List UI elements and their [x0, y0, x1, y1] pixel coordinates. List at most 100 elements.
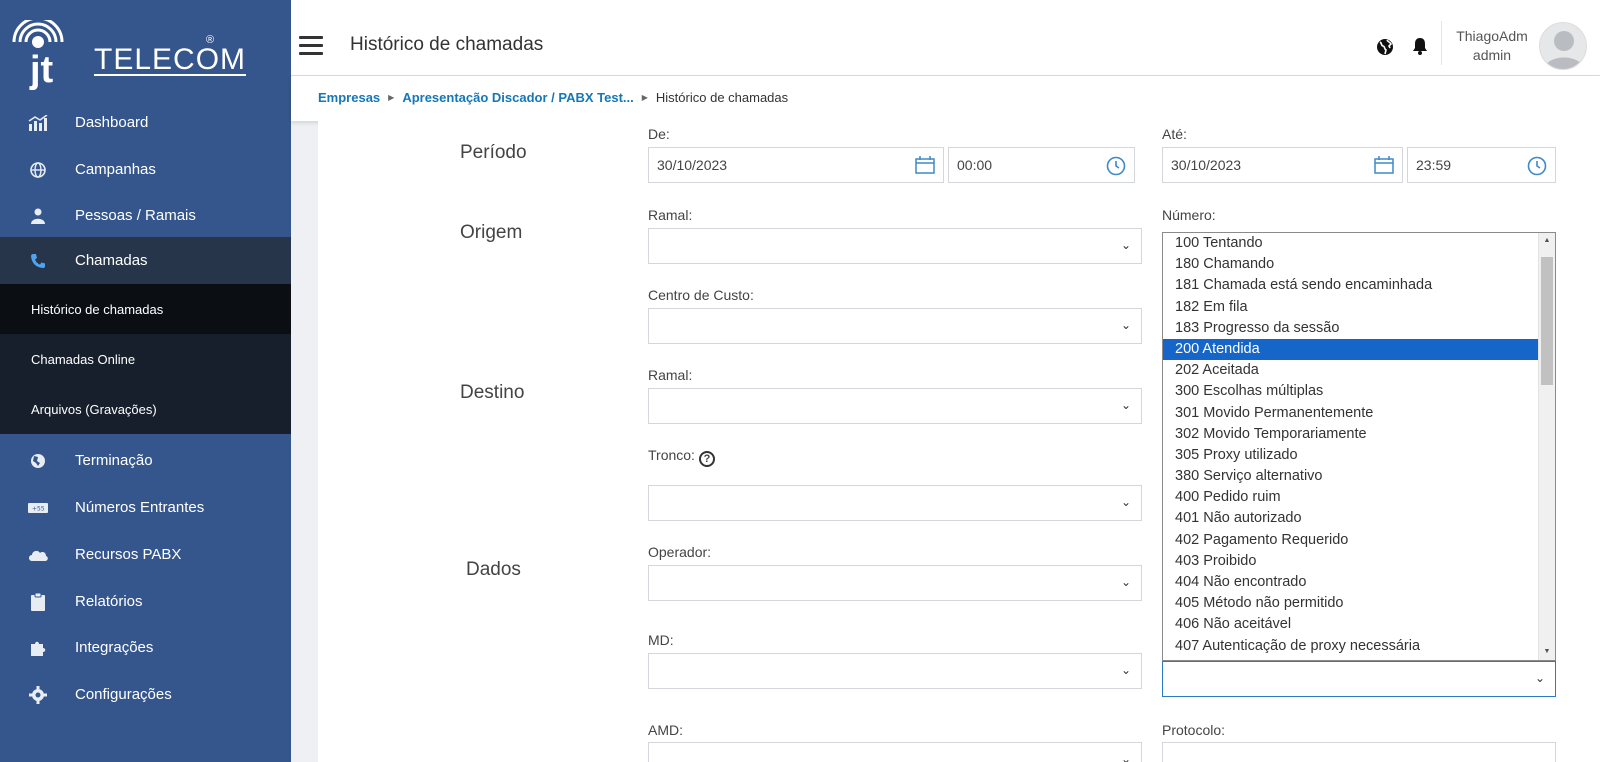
header-divider: [1441, 21, 1442, 65]
ate-time-input[interactable]: 23:59: [1407, 147, 1556, 183]
sidebar-subitem-historico[interactable]: Histórico de chamadas: [0, 284, 291, 334]
ramal-origem-select[interactable]: ⌄: [648, 228, 1142, 264]
sidebar-item-label: Terminação: [75, 452, 153, 469]
section-origem: Origem: [460, 222, 523, 243]
breadcrumb-current: Histórico de chamadas: [655, 90, 789, 105]
clock-icon[interactable]: [1106, 156, 1126, 176]
ate-date-input[interactable]: 30/10/2023: [1162, 147, 1403, 183]
chevron-down-icon: ⌄: [1120, 398, 1131, 412]
chevron-down-icon: ⌄: [1120, 752, 1131, 762]
sidebar-item-chamadas[interactable]: Chamadas: [0, 237, 291, 284]
scroll-down-icon[interactable]: ▼: [1539, 644, 1555, 660]
dropdown-option[interactable]: 180 Chamando: [1163, 254, 1555, 275]
puzzle-icon: [28, 638, 48, 658]
dropdown-option[interactable]: 182 Em fila: [1163, 297, 1555, 318]
section-dados: Dados: [466, 559, 521, 580]
dropdown-option[interactable]: 402 Pagamento Requerido: [1163, 530, 1555, 551]
dropdown-option[interactable]: 403 Proibido: [1163, 551, 1555, 572]
sidebar-subitem-chamadas-online[interactable]: Chamadas Online: [0, 334, 291, 384]
sidebar-item-configuracoes[interactable]: Configurações: [0, 671, 291, 718]
sidebar-item-relatorios[interactable]: Relatórios: [0, 578, 291, 625]
dropdown-option[interactable]: 100 Tentando: [1163, 233, 1555, 254]
chevron-down-icon: ⌄: [1534, 671, 1545, 685]
sidebar-subitem-arquivos[interactable]: Arquivos (Gravações): [0, 384, 291, 434]
breadcrumb-link-empresas[interactable]: Empresas: [318, 90, 380, 105]
avatar-placeholder-icon: [1544, 31, 1584, 69]
svg-text:+55: +55: [32, 505, 45, 512]
user-info[interactable]: ThiagoAdm admin: [1451, 27, 1533, 65]
dropdown-option[interactable]: 301 Movido Permanentemente: [1163, 403, 1555, 424]
sidebar-item-integracoes[interactable]: Integrações: [0, 624, 291, 671]
scroll-up-icon[interactable]: ▲: [1539, 233, 1555, 249]
breadcrumb-separator-icon: ▶: [388, 93, 395, 102]
numero-label: Número:: [1162, 207, 1216, 223]
calendar-icon[interactable]: [1374, 156, 1394, 174]
operador-select[interactable]: ⌄: [648, 565, 1142, 601]
sidebar-item-campanhas[interactable]: Campanhas: [0, 146, 291, 193]
help-icon[interactable]: ?: [698, 451, 715, 467]
protocolo-input[interactable]: [1162, 742, 1556, 762]
sidebar-item-terminacao[interactable]: Terminação: [0, 437, 291, 484]
dropdown-option[interactable]: 400 Pedido ruim: [1163, 487, 1555, 508]
jt-logo-icon: jt: [12, 20, 64, 90]
dropdown-option[interactable]: 305 Proxy utilizado: [1163, 445, 1555, 466]
dropdown-option[interactable]: 202 Aceitada: [1163, 360, 1555, 381]
avatar[interactable]: [1539, 22, 1587, 70]
cloud-icon: [28, 545, 48, 565]
globe-africa-icon: [28, 451, 48, 471]
centro-custo-select[interactable]: ⌄: [648, 308, 1142, 344]
calendar-icon[interactable]: [915, 156, 935, 174]
dropdown-option[interactable]: 302 Movido Temporariamente: [1163, 424, 1555, 445]
brand-logo[interactable]: jt TELECOM ®: [0, 0, 291, 112]
clock-icon[interactable]: [1527, 156, 1547, 176]
status-options: 100 Tentando 180 Chamando 181 Chamada está…: [1163, 233, 1555, 657]
dropdown-option[interactable]: 181 Chamada está sendo encaminhada: [1163, 275, 1555, 296]
sidebar-subitem-label: Chamadas Online: [31, 351, 136, 367]
dropdown-scrollbar[interactable]: ▲ ▼: [1538, 233, 1555, 660]
clipboard-icon: [28, 592, 48, 612]
sidebar-item-label: Campanhas: [75, 161, 156, 178]
de-time-value: 00:00: [957, 157, 993, 173]
chart-bars-icon: [28, 113, 48, 133]
sidebar-item-label: Configurações: [75, 686, 172, 703]
language-globe-icon[interactable]: [1376, 38, 1394, 56]
breadcrumb-link-empresa[interactable]: Apresentação Discador / PABX Test...: [402, 90, 633, 105]
chevron-down-icon: ⌄: [1120, 318, 1131, 332]
ramal-destino-select[interactable]: ⌄: [648, 388, 1142, 424]
dropdown-option[interactable]: 404 Não encontrado: [1163, 572, 1555, 593]
menu-toggle-icon[interactable]: [299, 36, 323, 60]
scroll-thumb[interactable]: [1541, 257, 1553, 385]
chevron-down-icon: ⌄: [1120, 495, 1131, 509]
md-select[interactable]: ⌄: [648, 653, 1142, 689]
amd-select[interactable]: ⌄: [648, 742, 1142, 762]
dropdown-option[interactable]: 407 Autenticação de proxy necessária: [1163, 636, 1555, 657]
dropdown-option[interactable]: 401 Não autorizado: [1163, 508, 1555, 529]
dropdown-option[interactable]: 300 Escolhas múltiplas: [1163, 381, 1555, 402]
dropdown-option[interactable]: 406 Não aceitável: [1163, 614, 1555, 635]
dropdown-option[interactable]: 380 Serviço alternativo: [1163, 466, 1555, 487]
dropdown-option[interactable]: 405 Método não permitido: [1163, 593, 1555, 614]
status-dropdown-list[interactable]: 100 Tentando 180 Chamando 181 Chamada está…: [1162, 232, 1556, 661]
tronco-label-text: Tronco:: [648, 447, 695, 463]
brand-name: TELECOM: [94, 43, 247, 76]
tronco-select[interactable]: ⌄: [648, 485, 1142, 521]
gear-icon: [28, 685, 48, 705]
ramal-destino-label: Ramal:: [648, 367, 693, 383]
sidebar-item-label: Recursos PABX: [75, 546, 182, 563]
sidebar-item-label: Pessoas / Ramais: [75, 207, 196, 224]
sidebar-item-pessoas-ramais[interactable]: Pessoas / Ramais: [0, 192, 291, 239]
sidebar-item-numeros-entrantes[interactable]: +55 Números Entrantes: [0, 484, 291, 531]
notifications-bell-icon[interactable]: [1412, 37, 1428, 55]
dropdown-option[interactable]: 200 Atendida: [1163, 338, 1555, 361]
de-time-input[interactable]: 00:00: [948, 147, 1135, 183]
dropdown-option[interactable]: 183 Progresso da sessão: [1163, 318, 1555, 339]
breadcrumb: Empresas ▶ Apresentação Discador / PABX …: [318, 90, 788, 105]
status-select[interactable]: ⌄: [1162, 661, 1556, 697]
sidebar-item-recursos-pabx[interactable]: Recursos PABX: [0, 531, 291, 578]
sidebar-item-dashboard[interactable]: Dashboard: [0, 99, 291, 146]
sidebar-item-label: Dashboard: [75, 114, 149, 131]
amd-label: AMD:: [648, 722, 683, 738]
de-date-value: 30/10/2023: [657, 157, 728, 173]
de-date-input[interactable]: 30/10/2023: [648, 147, 944, 183]
brand-mark: jt: [29, 49, 54, 90]
